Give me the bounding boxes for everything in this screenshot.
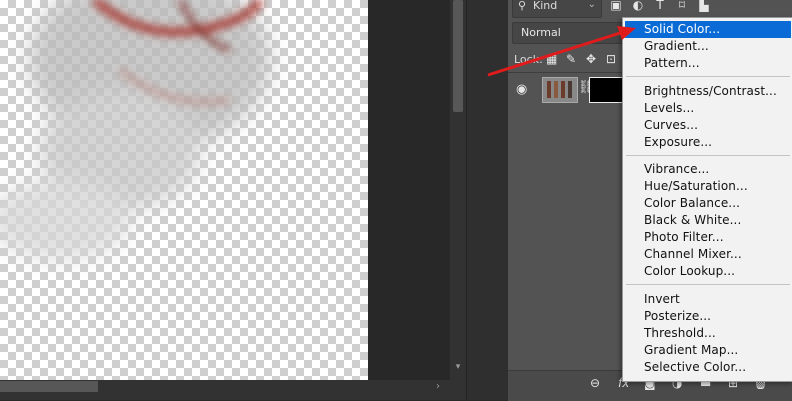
visibility-eye-icon[interactable]: ◉ (516, 82, 527, 97)
menu-item-threshold[interactable]: Threshold... (625, 325, 791, 342)
menu-separator (626, 76, 790, 77)
adjustment-filter-icon[interactable]: ◐ (631, 0, 645, 12)
scroll-right-icon[interactable]: › (432, 381, 444, 393)
menu-item-gradient-map[interactable]: Gradient Map... (625, 342, 791, 359)
menu-item-curves[interactable]: Curves... (625, 117, 791, 134)
menu-item-label: Invert (644, 292, 680, 306)
menu-item-label: Brightness/Contrast... (644, 84, 777, 98)
horizontal-scroll-thumb[interactable] (0, 381, 98, 392)
menu-item-levels[interactable]: Levels... (625, 100, 791, 117)
lock-position-icon[interactable]: ✥ (586, 52, 596, 66)
layer-filter-row: ⚲ Kind ⌄ ▣ ◐ T ⌑ ▙ (508, 0, 792, 18)
menu-item-pattern[interactable]: Pattern... (625, 55, 791, 72)
menu-item-label: Selective Color... (644, 360, 747, 374)
menu-item-gradient[interactable]: Gradient... (625, 38, 791, 55)
menu-item-vibrance[interactable]: Vibrance... (625, 161, 791, 178)
menu-item-black-white[interactable]: Black & White... (625, 212, 791, 229)
menu-item-label: Threshold... (644, 326, 716, 340)
menu-item-label: Color Balance... (644, 196, 741, 210)
lock-transparent-pixels-icon[interactable]: ▦ (546, 52, 557, 66)
menu-item-label: Exposure... (644, 135, 713, 149)
menu-item-label: Posterize... (644, 309, 712, 323)
smart-object-filter-icon[interactable]: ▙ (697, 0, 711, 12)
menu-item-channel-mixer[interactable]: Channel Mixer... (625, 246, 791, 263)
menu-item-exposure[interactable]: Exposure... (625, 134, 791, 151)
menu-item-posterize[interactable]: Posterize... (625, 308, 791, 325)
lock-label: Lock: (514, 53, 543, 66)
menu-separator (626, 284, 790, 285)
menu-item-brightness-contrast[interactable]: Brightness/Contrast... (625, 83, 791, 100)
image-filter-icon[interactable]: ▣ (609, 0, 623, 12)
menu-item-label: Channel Mixer... (644, 247, 742, 261)
menu-item-label: Vibrance... (644, 162, 710, 176)
type-filter-icon[interactable]: T (653, 0, 667, 12)
menu-item-label: Color Lookup... (644, 264, 736, 278)
menu-item-selective-color[interactable]: Selective Color... (625, 359, 791, 376)
menu-item-photo-filter[interactable]: Photo Filter... (625, 229, 791, 246)
document-canvas[interactable] (0, 0, 368, 380)
lock-image-pixels-icon[interactable]: ✎ (566, 52, 576, 66)
adjustment-layer-menu: Solid Color... Gradient... Pattern... Br… (622, 17, 792, 382)
menu-item-label: Levels... (644, 101, 695, 115)
menu-item-solid-color[interactable]: Solid Color... (625, 21, 791, 38)
menu-item-label: Solid Color... (644, 22, 721, 36)
panel-dock-divider (466, 0, 509, 400)
layer-thumbnail[interactable] (542, 77, 578, 103)
menu-item-label: Black & White... (644, 213, 742, 227)
menu-separator (626, 155, 790, 156)
kind-filter-label: Kind (533, 0, 558, 12)
scroll-down-icon[interactable]: ▾ (452, 362, 464, 374)
menu-item-label: Pattern... (644, 56, 700, 70)
pasteboard (368, 0, 450, 380)
vertical-scroll-thumb[interactable] (453, 0, 463, 112)
menu-item-hue-saturation[interactable]: Hue/Saturation... (625, 178, 791, 195)
link-layers-icon[interactable]: ⊖ (590, 376, 600, 390)
shape-filter-icon[interactable]: ⌑ (675, 0, 689, 12)
menu-item-color-lookup[interactable]: Color Lookup... (625, 263, 791, 280)
chevron-down-icon: ⌄ (587, 0, 596, 10)
kind-filter-select[interactable]: ⚲ Kind ⌄ (512, 0, 602, 18)
canvas-image (0, 0, 270, 260)
blend-mode-select[interactable]: Normal (512, 22, 626, 44)
layer-mask-thumbnail[interactable] (589, 77, 623, 103)
menu-item-label: Hue/Saturation... (644, 179, 748, 193)
menu-item-color-balance[interactable]: Color Balance... (625, 195, 791, 212)
menu-item-label: Curves... (644, 118, 698, 132)
menu-item-label: Gradient Map... (644, 343, 739, 357)
menu-item-label: Gradient... (644, 39, 709, 53)
menu-item-invert[interactable]: Invert (625, 291, 791, 308)
menu-item-label: Photo Filter... (644, 230, 724, 244)
search-icon: ⚲ (518, 0, 527, 12)
lock-artboard-icon[interactable]: ⊡ (606, 52, 616, 66)
blend-mode-value: Normal (521, 26, 561, 39)
